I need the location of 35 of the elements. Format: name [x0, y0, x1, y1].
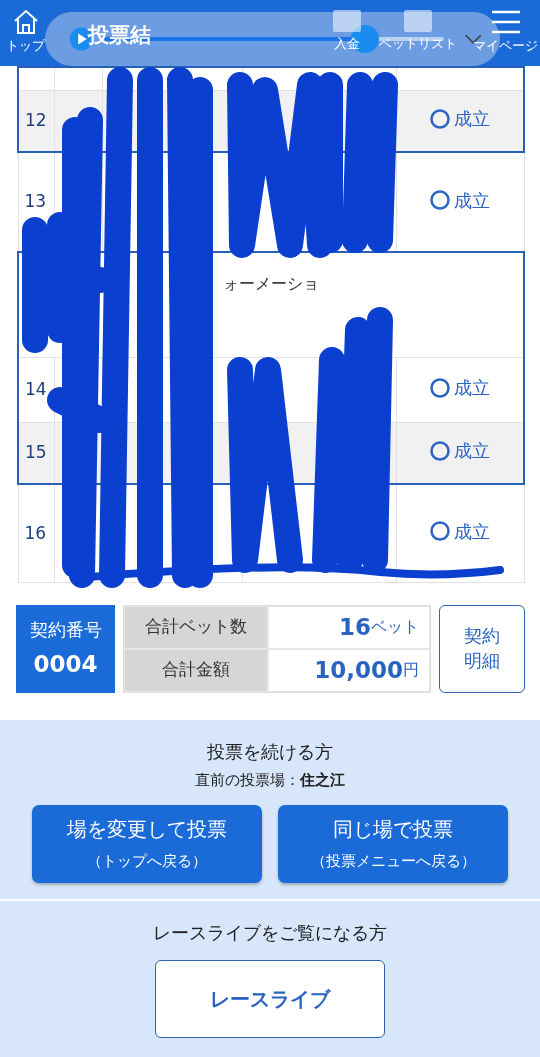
bet-number: 13 [24, 191, 47, 212]
status-text: 成立 [430, 186, 490, 214]
contract-number: 0004 [33, 649, 98, 679]
detail-button[interactable]: 契約明細 [439, 604, 525, 693]
summary-value: 10,000円 [268, 648, 430, 692]
last-venue-text: 直前の投票場：住之江 [195, 770, 345, 791]
bet-number: 14 [25, 378, 47, 399]
bet-number: 16 [24, 522, 47, 543]
contract-label: 契約番号 [29, 617, 102, 642]
vote-button[interactable]: 同じ場で投票 （投票メニューへ戻る） [278, 804, 508, 883]
bet-number: 15 [25, 442, 47, 462]
circle-icon [430, 190, 450, 210]
nav-label[interactable]: トップ [6, 36, 45, 56]
summary-value: 16ベット [268, 605, 430, 649]
vote-button[interactable]: 場を変更して投票 （トップへ戻る） [32, 804, 262, 883]
status-text: 成立 [430, 517, 490, 545]
section-heading: レースライブをご覧になる方 [153, 920, 387, 945]
nav-label[interactable]: ベットリスト [379, 34, 457, 54]
circle-icon [429, 108, 450, 129]
circle-icon [429, 377, 450, 398]
status-text: 成立 [429, 105, 490, 133]
summary-label: 合計金額 [124, 648, 268, 692]
nav-label[interactable]: マイページ [473, 36, 538, 56]
menu-icon [489, 8, 522, 36]
circle-icon [430, 521, 450, 542]
race-live-button[interactable]: レースライブ [155, 959, 385, 1038]
card-icon [331, 8, 363, 34]
status-text: 成立 [429, 374, 490, 401]
circle-icon [429, 440, 450, 461]
info-text: ォーメーショ [223, 274, 319, 293]
summary-label: 合計ベット数 [124, 605, 268, 649]
section-heading: 投票を続ける方 [207, 740, 333, 764]
status-text: 成立 [429, 437, 490, 465]
note-icon [402, 8, 434, 34]
bet-number: 12 [25, 110, 47, 130]
